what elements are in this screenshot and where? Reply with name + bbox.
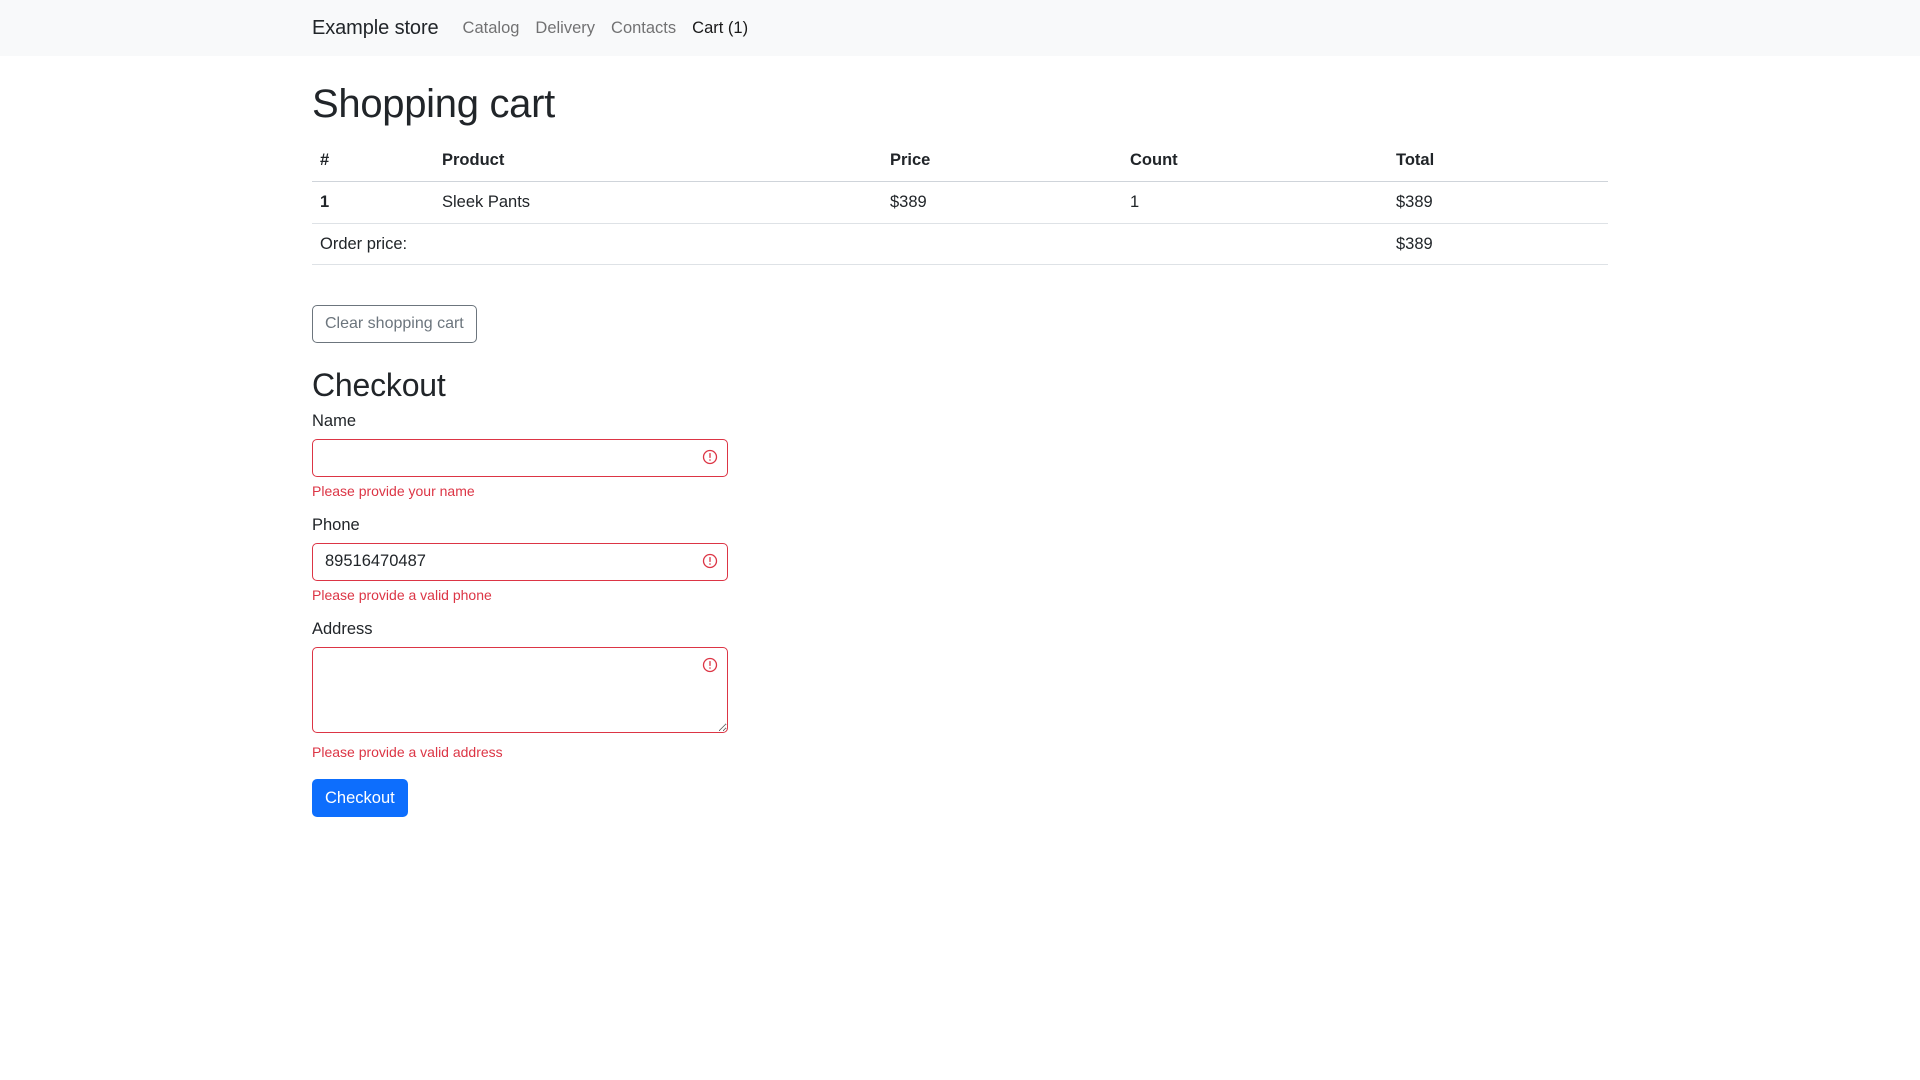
checkout-title: Checkout	[312, 367, 446, 403]
address-group: Address Please provide a valid address	[312, 620, 728, 760]
checkout-form: Name Please provide your name Phone 8951…	[312, 412, 1608, 817]
row-product: Sleek Pants	[434, 181, 882, 224]
exclamation-circle-icon	[702, 553, 718, 568]
clear-cart-button[interactable]: Clear shopping cart	[312, 305, 477, 343]
brand-link[interactable]: Example store	[312, 17, 439, 40]
row-count: 1	[1122, 181, 1388, 224]
address-textarea[interactable]	[312, 646, 728, 733]
column-header-number: #	[312, 140, 434, 182]
row-price: $389	[882, 181, 1122, 224]
address-label: Address	[312, 619, 373, 638]
page-title: Shopping cart	[312, 82, 555, 126]
row-total: $389	[1388, 181, 1608, 224]
name-input[interactable]	[312, 438, 728, 477]
column-header-price: Price	[882, 140, 1122, 182]
column-header-product: Product	[434, 140, 882, 182]
phone-label: Phone	[312, 515, 360, 534]
row-number: 1	[312, 181, 434, 224]
column-header-total: Total	[1388, 140, 1608, 182]
nav-link-catalog[interactable]: Catalog	[463, 19, 520, 38]
phone-input[interactable]	[312, 542, 728, 581]
name-error: Please provide your name	[312, 482, 475, 499]
nav-link-cart[interactable]: Cart (1)	[692, 19, 748, 38]
cart-table: # Product Price Count Total 1 Sleek Pant…	[312, 140, 1608, 265]
address-field-wrap	[312, 646, 728, 738]
checkout-button[interactable]: Checkout	[312, 778, 408, 817]
name-label: Name	[312, 411, 357, 430]
order-price-value: $389	[1388, 223, 1608, 265]
exclamation-circle-icon	[702, 449, 718, 464]
column-header-count: Count	[1122, 140, 1388, 182]
order-price-label: Order price:	[312, 223, 1388, 265]
phone-group: Phone Please provide a valid phone	[312, 516, 728, 603]
navbar-inner: Example store Catalog Delivery Contacts …	[312, 0, 1608, 56]
name-group: Name Please provide your name	[312, 412, 728, 499]
nav-link-delivery[interactable]: Delivery	[535, 19, 595, 38]
phone-error: Please provide a valid phone	[312, 586, 492, 603]
address-error: Please provide a valid address	[312, 743, 503, 760]
phone-field-wrap	[312, 542, 728, 581]
main-content: Shopping cart # Product Price Count Tota…	[312, 80, 1608, 817]
table-header-row: # Product Price Count Total	[312, 140, 1608, 182]
nav-link-contacts[interactable]: Contacts	[611, 19, 676, 38]
order-price-row: Order price: $389	[312, 223, 1608, 265]
navbar: Example store Catalog Delivery Contacts …	[0, 0, 1920, 56]
name-field-wrap	[312, 438, 728, 477]
exclamation-circle-icon	[702, 657, 718, 672]
table-row: 1 Sleek Pants $389 1 $389	[312, 181, 1608, 224]
